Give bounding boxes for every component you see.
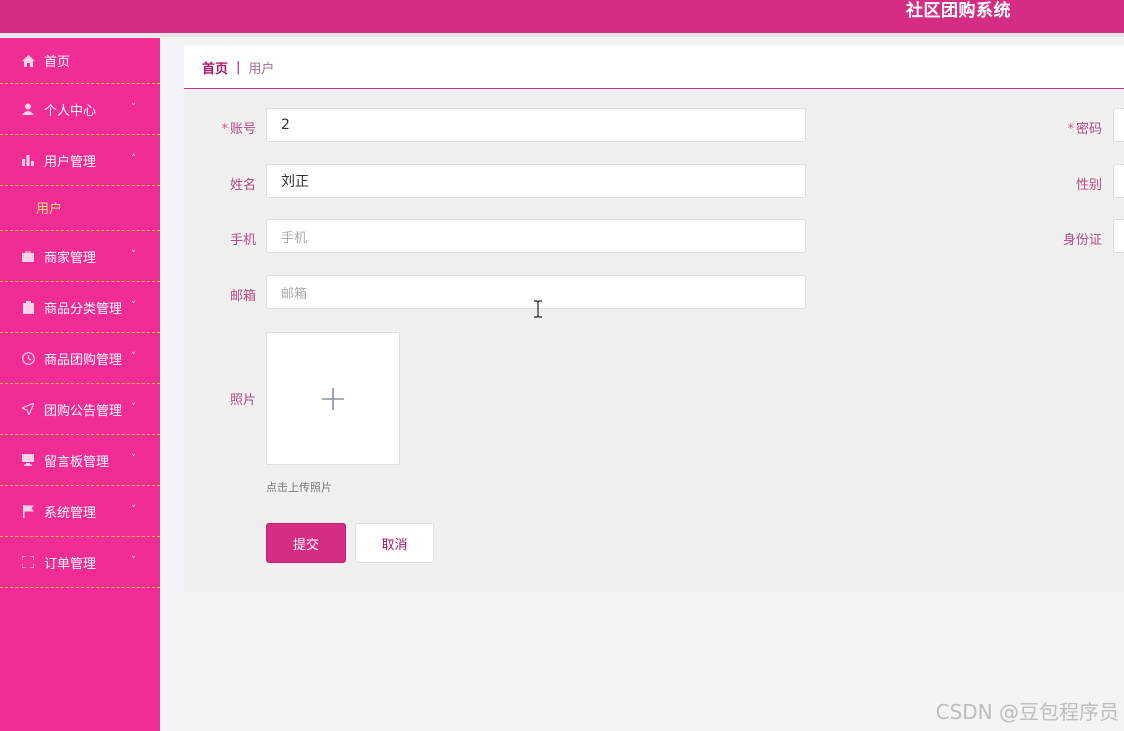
phone-label: 手机 <box>229 233 256 248</box>
password-label-text: 密码 <box>1075 122 1102 137</box>
chevron-down-icon: ˅ <box>131 402 136 414</box>
account-label-text: 账号 <box>229 122 256 137</box>
app-title: 社区团购系统 <box>906 1 1011 21</box>
sidebar-item-label: 个人中心 <box>44 103 97 119</box>
briefcase-icon <box>21 249 35 263</box>
sidebar-item-label: 商品分类管理 <box>44 301 123 317</box>
photo-upload[interactable] <box>266 332 400 465</box>
email-label: 邮箱 <box>229 289 256 304</box>
sidebar-item-notice-management[interactable]: 团购公告管理 ˅ <box>0 384 160 435</box>
breadcrumb-separator: | <box>236 59 241 75</box>
required-mark: * <box>1067 122 1074 137</box>
sidebar-subitem-label: 用户 <box>36 202 63 217</box>
clock-icon <box>21 351 35 365</box>
sidebar-item-label: 团购公告管理 <box>44 403 123 419</box>
fullscreen-icon <box>21 555 35 569</box>
chevron-down-icon: ˅ <box>131 300 136 312</box>
sidebar-subitem-user[interactable]: 用户 <box>0 186 160 231</box>
text-cursor-icon <box>533 300 543 322</box>
bar-chart-icon <box>21 153 35 167</box>
password-field[interactable] <box>1113 108 1124 142</box>
account-label: * 账号 <box>220 118 256 137</box>
sidebar-item-system-management[interactable]: 系统管理 ˅ <box>0 486 160 537</box>
upload-hint: 点击上传照片 <box>266 481 332 494</box>
idcard-field[interactable] <box>1113 219 1124 253</box>
sidebar-item-label: 商品团购管理 <box>44 352 123 368</box>
chevron-up-icon: ˄ <box>131 153 136 165</box>
sidebar-item-groupbuy-management[interactable]: 商品团购管理 ˅ <box>0 333 160 384</box>
sidebar-item-user-management[interactable]: 用户管理 ˄ <box>0 135 160 186</box>
photo-label: 照片 <box>229 393 256 408</box>
gender-select[interactable] <box>1113 164 1124 198</box>
chevron-down-icon: ˅ <box>131 555 136 567</box>
chevron-down-icon: ˅ <box>131 249 136 261</box>
account-field[interactable]: 2 <box>266 108 806 142</box>
sidebar-item-label: 用户管理 <box>44 154 97 170</box>
clipboard-icon <box>21 300 35 314</box>
cancel-button[interactable]: 取消 <box>355 523 434 563</box>
monitor-icon <box>21 453 35 467</box>
chevron-down-icon: ˅ <box>131 453 136 465</box>
sidebar-item-order-management[interactable]: 订单管理 ˅ <box>0 537 160 588</box>
chevron-down-icon: ˅ <box>131 504 136 516</box>
send-icon <box>21 402 35 416</box>
sidebar: 首页 个人中心 ˅ 用户管理 ˄ 用户 商家管理 ˅ 商品分类管理 ˅ 商品团购… <box>0 38 160 731</box>
plus-icon <box>322 387 344 410</box>
sidebar-item-label: 首页 <box>44 55 71 70</box>
user-form: * 账号 2 * 密码 姓名 刘正 性别 手机 手机 身份证 邮箱 邮箱 照片 点击… <box>184 92 1124 592</box>
sidebar-item-merchant-management[interactable]: 商家管理 ˅ <box>0 231 160 282</box>
submit-button[interactable]: 提交 <box>266 523 346 563</box>
name-field[interactable]: 刘正 <box>266 164 806 198</box>
sidebar-item-category-management[interactable]: 商品分类管理 ˅ <box>0 282 160 333</box>
chevron-down-icon: ˅ <box>131 102 136 114</box>
sidebar-item-home[interactable]: 首页 <box>0 38 160 84</box>
sidebar-item-label: 留言板管理 <box>44 454 110 470</box>
main-content: 首页 | 用户 * 账号 2 * 密码 姓名 刘正 性别 手机 手机 身份证 邮箱 … <box>160 38 1124 731</box>
sidebar-item-personal-center[interactable]: 个人中心 ˅ <box>0 84 160 135</box>
password-label: * 密码 <box>1064 118 1102 137</box>
sidebar-item-label: 商家管理 <box>44 250 97 266</box>
idcard-label: 身份证 <box>1062 233 1102 248</box>
sidebar-item-label: 系统管理 <box>44 505 97 521</box>
breadcrumb: 首页 | 用户 <box>184 46 1124 89</box>
required-mark: * <box>221 122 228 137</box>
home-icon <box>21 54 35 68</box>
sidebar-item-message-board[interactable]: 留言板管理 ˅ <box>0 435 160 486</box>
gender-label: 性别 <box>1075 178 1102 193</box>
top-header: 社区团购系统 <box>0 0 1124 37</box>
breadcrumb-current: 用户 <box>248 61 275 77</box>
watermark: CSDN @豆包程序员 <box>935 700 1119 724</box>
name-label: 姓名 <box>229 178 256 193</box>
flag-icon <box>21 504 35 518</box>
chevron-down-icon: ˅ <box>131 351 136 363</box>
user-icon <box>21 102 35 116</box>
phone-field[interactable]: 手机 <box>266 219 806 253</box>
sidebar-item-label: 订单管理 <box>44 556 97 572</box>
breadcrumb-home[interactable]: 首页 <box>202 58 228 77</box>
